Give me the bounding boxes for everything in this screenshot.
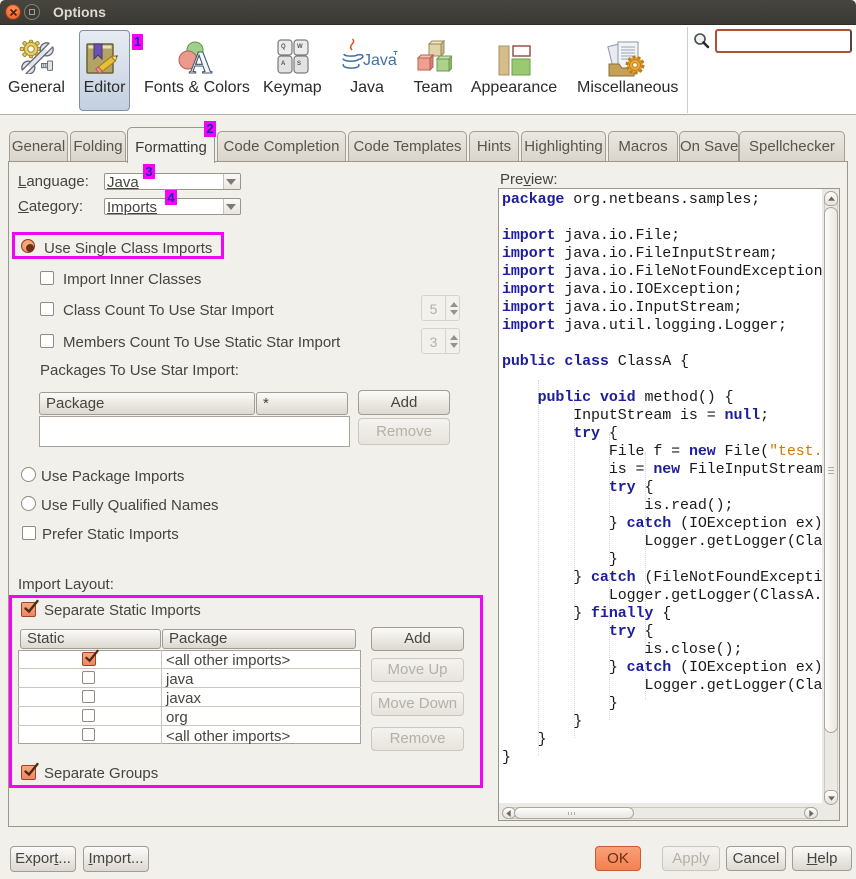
svg-text:W: W	[297, 44, 303, 50]
svg-text:A: A	[281, 61, 286, 67]
svg-text:Q: Q	[281, 44, 286, 50]
svg-text:Java: Java	[363, 52, 397, 69]
svg-text:S: S	[297, 61, 301, 67]
svg-text:A: A	[189, 44, 212, 76]
